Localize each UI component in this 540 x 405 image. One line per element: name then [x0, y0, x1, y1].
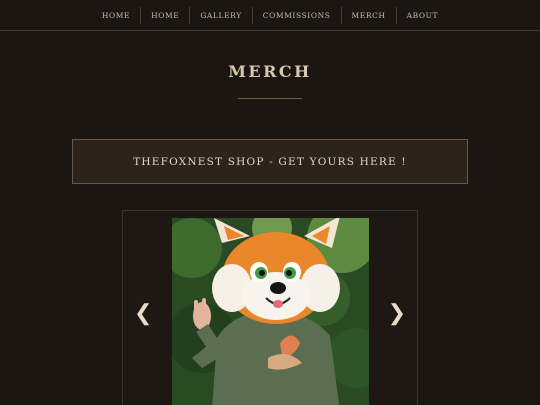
shop-link-button[interactable]: THEFOXNEST SHOP - GET YOURS HERE ! — [72, 139, 468, 184]
nav-item-gallery[interactable]: GALLERY — [189, 6, 251, 24]
nav-item-commissions[interactable]: COMMISSIONS — [251, 6, 341, 24]
fox-fursuit-illustration — [172, 218, 369, 405]
carousel-prev-button[interactable]: ❮ — [134, 303, 152, 325]
nav-item-home-2[interactable]: HOME — [140, 6, 189, 24]
page-title: MERCH — [228, 62, 312, 81]
title-divider — [238, 98, 302, 99]
image-carousel: ❮ ❯ — [122, 210, 418, 405]
nav-item-home[interactable]: HOME — [92, 7, 140, 24]
nav-item-about[interactable]: ABOUT — [395, 6, 449, 24]
nav-item-merch[interactable]: MERCH — [340, 6, 396, 24]
carousel-next-button[interactable]: ❯ — [388, 303, 406, 325]
fox-fursuit-photo — [172, 218, 369, 405]
top-navigation: HOME HOME GALLERY COMMISSIONS MERCH ABOU… — [0, 0, 540, 31]
